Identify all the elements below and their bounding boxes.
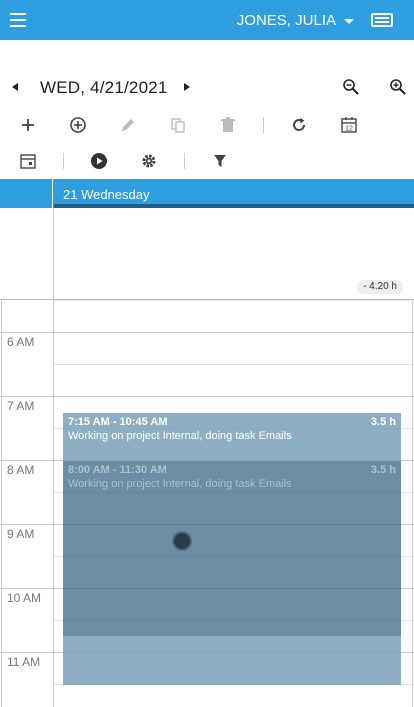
- hour-label: 7 AM: [7, 399, 35, 413]
- add-circle-icon[interactable]: [66, 113, 90, 137]
- all-day-area[interactable]: - 4.20 h: [0, 208, 414, 300]
- user-menu[interactable]: JONES, JULIA: [237, 12, 354, 29]
- hours-badge: - 4.20 h: [357, 280, 403, 294]
- event-block-dragging[interactable]: 8:00 AM - 11:30 AM 3.5 h Working on proj…: [63, 461, 401, 636]
- toolbar-separator: [263, 117, 264, 133]
- event-description: Working on project Internal, doing task …: [68, 430, 292, 442]
- calendar-icon[interactable]: [16, 149, 40, 173]
- gutter-divider: [53, 300, 54, 707]
- hour-label: 9 AM: [7, 527, 35, 541]
- day-label[interactable]: 21 Wednesday: [63, 187, 150, 202]
- half-hour-line: [54, 364, 414, 365]
- hour-label: 11 AM: [7, 655, 41, 669]
- chevron-right-icon[interactable]: [184, 83, 190, 91]
- gutter-divider: [53, 208, 54, 300]
- half-hour-line: [54, 300, 414, 301]
- calendar-12-icon[interactable]: 12: [337, 113, 361, 137]
- hour-label: 8 AM: [7, 463, 35, 477]
- zoom-out-icon[interactable]: [342, 78, 360, 96]
- app-header: JONES, JULIA: [0, 0, 414, 40]
- event-time: 8:00 AM - 11:30 AM: [68, 464, 167, 476]
- time-gutter-header: [0, 179, 53, 208]
- day-header: 21 Wednesday: [0, 179, 414, 208]
- toolbar-primary: 12: [0, 108, 414, 142]
- event-time: 7:15 AM - 10:45 AM: [68, 416, 168, 428]
- play-icon[interactable]: [87, 149, 111, 173]
- hour-line: [0, 396, 414, 397]
- date-navigation: WED, 4/21/2021: [0, 70, 414, 106]
- filter-icon[interactable]: [208, 149, 232, 173]
- hamburger-icon[interactable]: [10, 13, 26, 27]
- calendar-12-text: 12: [345, 126, 353, 133]
- time-grid[interactable]: 6 AM 7 AM 8 AM 9 AM 10 AM 11 AM 7:15 AM …: [0, 300, 414, 707]
- add-icon[interactable]: [16, 113, 40, 137]
- toolbar-separator: [184, 153, 185, 169]
- grid-border: [412, 300, 413, 707]
- edit-icon[interactable]: [116, 113, 140, 137]
- hour-label: 10 AM: [7, 591, 42, 605]
- delete-icon[interactable]: [216, 113, 240, 137]
- copy-icon[interactable]: [166, 113, 190, 137]
- event-description: Working on project Internal, doing task …: [68, 478, 292, 490]
- refresh-icon[interactable]: [287, 113, 311, 137]
- event-duration: 3.5 h: [370, 464, 396, 476]
- hour-label: 6 AM: [7, 335, 35, 349]
- settings-icon[interactable]: [137, 149, 161, 173]
- current-date: WED, 4/21/2021: [40, 78, 168, 97]
- toolbar-secondary: [0, 144, 414, 178]
- caret-down-icon: [344, 19, 354, 24]
- drag-handle[interactable]: [172, 531, 192, 551]
- keyboard-icon[interactable]: [371, 13, 393, 27]
- user-name: JONES, JULIA: [236, 12, 336, 29]
- toolbar-separator: [63, 153, 64, 169]
- chevron-left-icon[interactable]: [12, 83, 18, 91]
- grid-border: [1, 300, 2, 707]
- zoom-in-icon[interactable]: [389, 78, 407, 96]
- hour-line: [0, 332, 414, 333]
- event-duration: 3.5 h: [370, 416, 396, 428]
